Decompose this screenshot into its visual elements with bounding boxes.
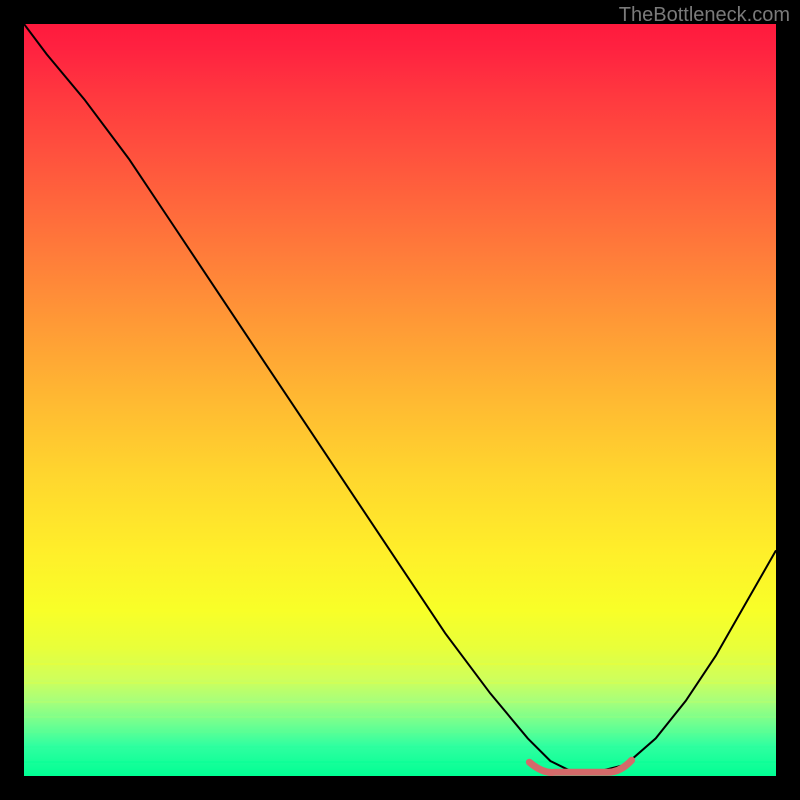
bottleneck-curve-line	[24, 24, 776, 772]
chart-svg	[24, 24, 776, 776]
chart-plot-area	[24, 24, 776, 776]
watermark-text: TheBottleneck.com	[619, 4, 790, 27]
